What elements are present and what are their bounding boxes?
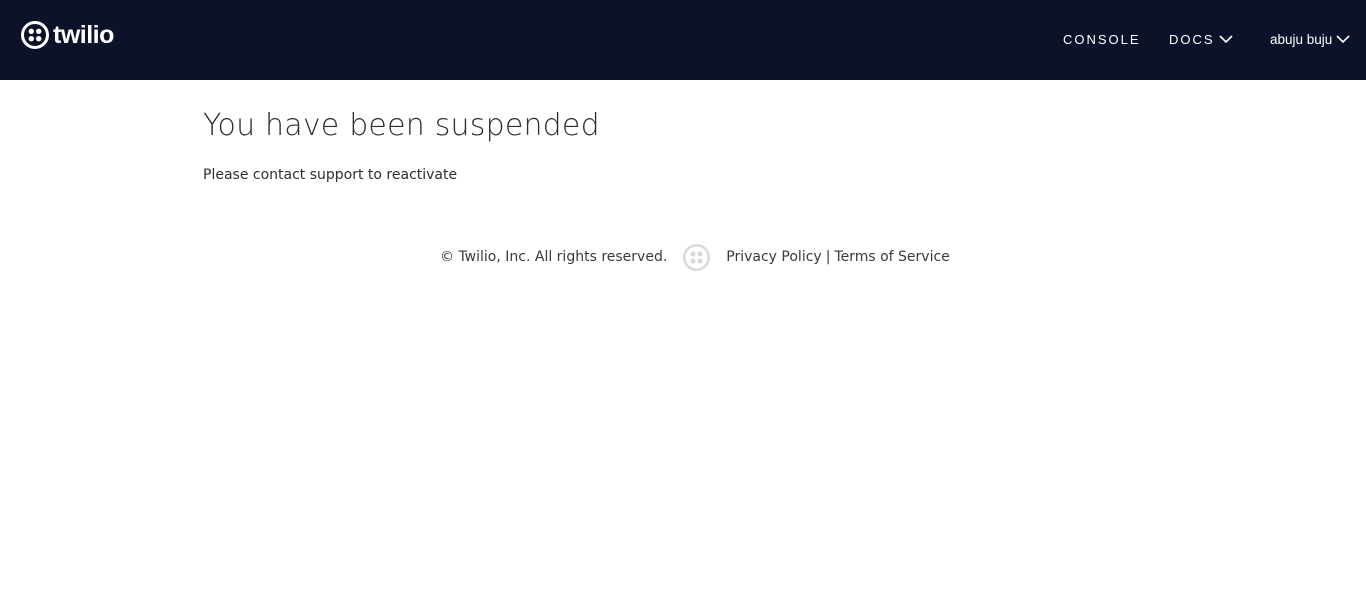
nav-docs-dropdown[interactable]: DOCS: [1169, 30, 1233, 48]
copyright-text: © Twilio, Inc. All rights reserved.: [440, 249, 668, 265]
privacy-policy-link[interactable]: Privacy Policy: [726, 249, 821, 265]
terms-of-service-link[interactable]: Terms of Service: [834, 249, 949, 265]
nav-console-label: CONSOLE: [1063, 31, 1141, 47]
twilio-logo-icon: [21, 21, 49, 49]
logo-wordmark: twilio: [53, 21, 114, 49]
chevron-down-icon: [1218, 35, 1233, 44]
user-name-label: abuju buju: [1270, 31, 1333, 47]
page-title: You have been suspended: [203, 108, 600, 143]
twilio-footer-logo-icon: [683, 243, 711, 271]
user-account-dropdown[interactable]: abuju buju: [1270, 30, 1350, 48]
footer-link-separator: |: [825, 249, 831, 265]
chevron-down-icon: [1336, 35, 1350, 44]
page-footer: © Twilio, Inc. All rights reserved. Priv…: [440, 242, 950, 272]
top-navigation-bar: twilio CONSOLE DOCS abuju buju: [0, 0, 1366, 80]
nav-docs-label: DOCS: [1169, 31, 1215, 47]
twilio-logo-link[interactable]: twilio: [20, 20, 114, 50]
nav-console-link[interactable]: CONSOLE: [1063, 30, 1141, 48]
suspension-message: Please contact support to reactivate: [203, 167, 458, 183]
